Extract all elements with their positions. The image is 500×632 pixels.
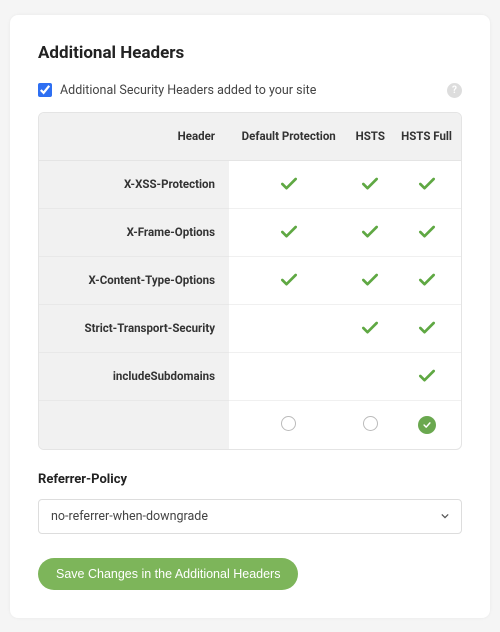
table-cell — [392, 305, 461, 353]
check-icon — [392, 174, 461, 194]
card-title: Additional Headers — [38, 43, 462, 63]
check-icon — [392, 222, 461, 242]
referrer-policy-value: no-referrer-when-downgrade — [51, 509, 208, 524]
table-cell — [229, 161, 348, 209]
check-icon — [348, 174, 392, 194]
row-header: Strict-Transport-Security — [39, 305, 229, 353]
col-hsts-full: HSTS Full — [392, 113, 461, 161]
radio-selected-icon — [418, 416, 436, 434]
referrer-policy-label: Referrer-Policy — [38, 472, 462, 487]
col-hsts: HSTS — [348, 113, 392, 161]
check-icon — [229, 222, 348, 242]
table-cell — [392, 353, 461, 401]
table-cell — [348, 305, 392, 353]
table-cell — [348, 161, 392, 209]
table-row: X-XSS-Protection — [39, 161, 461, 209]
headers-table: Header Default Protection HSTS HSTS Full… — [38, 112, 462, 450]
check-icon — [348, 318, 392, 338]
radio-icon — [363, 416, 378, 431]
table-row: Strict-Transport-Security — [39, 305, 461, 353]
col-default-protection: Default Protection — [229, 113, 348, 161]
chevron-down-icon — [441, 513, 449, 519]
plan-radio-cell[interactable] — [348, 401, 392, 449]
referrer-policy-select[interactable]: no-referrer-when-downgrade — [38, 499, 462, 534]
row-header: X-Content-Type-Options — [39, 257, 229, 305]
table-cell — [392, 161, 461, 209]
table-cell — [229, 209, 348, 257]
table-cell — [348, 353, 392, 401]
table-cell — [229, 353, 348, 401]
col-header-label: Header — [39, 113, 229, 161]
plan-selector-row — [39, 401, 461, 449]
check-icon — [392, 270, 461, 290]
enable-headers-checkbox[interactable] — [38, 83, 52, 97]
table-row: includeSubdomains — [39, 353, 461, 401]
row-header: includeSubdomains — [39, 353, 229, 401]
plan-radio-cell[interactable] — [392, 401, 461, 449]
enable-headers-row: Additional Security Headers added to you… — [38, 83, 462, 98]
row-header: X-XSS-Protection — [39, 161, 229, 209]
enable-headers-label: Additional Security Headers added to you… — [60, 83, 439, 98]
check-icon — [348, 222, 392, 242]
save-button[interactable]: Save Changes in the Additional Headers — [38, 558, 298, 590]
check-icon — [348, 270, 392, 290]
table-cell — [348, 209, 392, 257]
check-icon — [392, 366, 461, 386]
table-row: X-Content-Type-Options — [39, 257, 461, 305]
check-icon — [229, 270, 348, 290]
radio-icon — [281, 416, 296, 431]
table-cell — [229, 305, 348, 353]
table-row: X-Frame-Options — [39, 209, 461, 257]
row-header: X-Frame-Options — [39, 209, 229, 257]
table-cell — [229, 257, 348, 305]
additional-headers-card: Additional Headers Additional Security H… — [10, 15, 490, 618]
table-cell — [348, 257, 392, 305]
table-cell — [392, 257, 461, 305]
check-icon — [392, 318, 461, 338]
check-icon — [229, 174, 348, 194]
row-header — [39, 401, 229, 449]
table-cell — [392, 209, 461, 257]
plan-radio-cell[interactable] — [229, 401, 348, 449]
help-icon[interactable]: ? — [447, 83, 462, 98]
